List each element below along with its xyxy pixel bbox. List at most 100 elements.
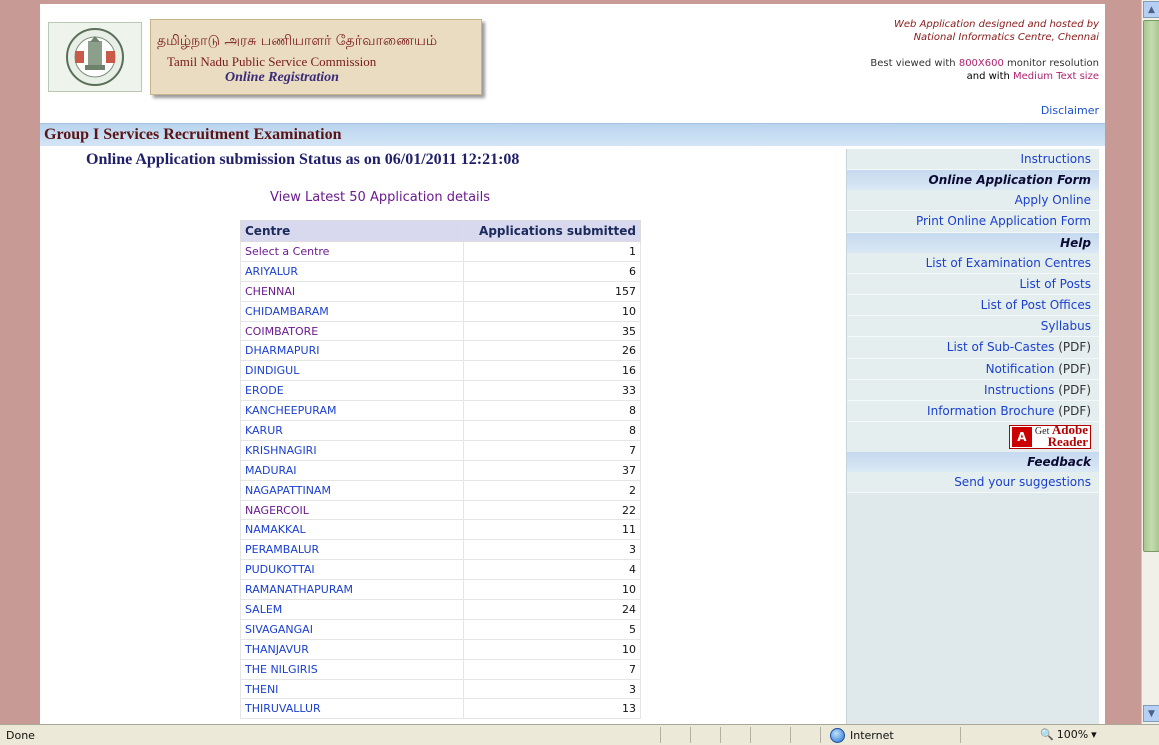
- centre-link[interactable]: CHENNAI: [240, 280, 464, 302]
- sidebar-print-form-link[interactable]: Print Online Application Form: [847, 211, 1099, 233]
- sidebar-notification-item: Notification (PDF): [847, 358, 1099, 380]
- table-row: ARIYALUR 6: [240, 260, 641, 282]
- centre-link[interactable]: ARIYALUR: [240, 260, 464, 282]
- page-content: தமிழ்நாடு அரசு பணியாளர் தேர்வாணையம் Tami…: [40, 4, 1105, 724]
- sidebar-post-offices-link[interactable]: List of Post Offices: [847, 294, 1099, 317]
- table-row: RAMANATHAPURAM 10: [240, 579, 641, 601]
- applications-count: 35: [463, 320, 641, 342]
- scroll-down-arrow-icon[interactable]: ▼: [1143, 705, 1159, 722]
- status-heading: Online Application submission Status as …: [86, 151, 520, 168]
- applications-count: 7: [463, 658, 641, 680]
- centre-link[interactable]: THENI: [240, 678, 464, 700]
- centre-link[interactable]: PERAMBALUR: [240, 539, 464, 561]
- column-header-applications: Applications submitted: [463, 220, 641, 242]
- sidebar-heading-help: Help: [847, 232, 1099, 253]
- sidebar-instructions-pdf-link[interactable]: Instructions: [984, 383, 1054, 397]
- get-adobe-reader-badge[interactable]: A Get Adobe Reader: [1008, 423, 1091, 450]
- applications-count: 26: [463, 340, 641, 362]
- centre-link[interactable]: NAGERCOIL: [240, 499, 464, 521]
- best-viewed-line2: and with Medium Text size: [870, 70, 1099, 83]
- centre-link[interactable]: DHARMAPURI: [240, 340, 464, 362]
- vertical-scrollbar[interactable]: ▲ ▼: [1141, 0, 1159, 724]
- chevron-down-icon: ▾: [1091, 728, 1097, 741]
- centre-link[interactable]: RAMANATHAPURAM: [240, 579, 464, 601]
- sidebar-instructions-link[interactable]: Instructions: [847, 149, 1099, 171]
- centre-link[interactable]: NAGAPATTINAM: [240, 479, 464, 501]
- centre-link[interactable]: KANCHEEPURAM: [240, 400, 464, 422]
- centre-link[interactable]: THIRUVALLUR: [240, 698, 464, 720]
- adobe-logo-icon: A: [1011, 427, 1032, 448]
- table-row: Select a Centre 1: [240, 241, 641, 262]
- sidebar-apply-online-link[interactable]: Apply Online: [847, 190, 1099, 212]
- column-header-centre: Centre: [240, 220, 464, 242]
- status-divider: [660, 727, 661, 743]
- status-divider: [720, 727, 721, 743]
- table-row: ERODE 33: [240, 380, 641, 402]
- table-row: CHIDAMBARAM 10: [240, 300, 641, 322]
- centre-link[interactable]: SIVAGANGAI: [240, 618, 464, 640]
- page-title-bar: Group I Services Recruitment Examination: [40, 123, 1105, 146]
- status-divider: [820, 727, 821, 743]
- applications-count: 8: [463, 400, 641, 422]
- right-sidebar: Instructions Online Application Form App…: [846, 149, 1099, 724]
- sidebar-brochure-link[interactable]: Information Brochure: [927, 404, 1054, 418]
- applications-count: 3: [463, 539, 641, 561]
- centre-link[interactable]: KARUR: [240, 420, 464, 441]
- centre-link[interactable]: COIMBATORE: [240, 320, 464, 342]
- applications-count: 157: [463, 280, 641, 302]
- centre-link[interactable]: SALEM: [240, 599, 464, 620]
- applications-count: 6: [463, 260, 641, 282]
- centre-link[interactable]: ERODE: [240, 380, 464, 402]
- sidebar-posts-link[interactable]: List of Posts: [847, 273, 1099, 295]
- scroll-up-arrow-icon[interactable]: ▲: [1143, 1, 1159, 18]
- centre-link[interactable]: Select a Centre: [240, 241, 464, 262]
- sidebar-syllabus-link[interactable]: Syllabus: [847, 316, 1099, 338]
- applications-count: 5: [463, 618, 641, 640]
- applications-count: 13: [463, 698, 641, 720]
- table-row: SIVAGANGAI 5: [240, 618, 641, 640]
- applications-count: 10: [463, 638, 641, 660]
- status-divider: [790, 727, 791, 743]
- applications-table: Centre Applications submitted Select a C…: [240, 220, 641, 720]
- header-banner: தமிழ்நாடு அரசு பணியாளர் தேர்வாணையம் Tami…: [150, 19, 482, 95]
- sidebar-notification-link[interactable]: Notification: [986, 362, 1055, 376]
- centre-link[interactable]: MADURAI: [240, 459, 464, 481]
- table-row: THE NILGIRIS 7: [240, 658, 641, 680]
- centre-link[interactable]: NAMAKKAL: [240, 519, 464, 541]
- disclaimer-link[interactable]: Disclaimer: [1041, 104, 1099, 117]
- sidebar-subcastes-link[interactable]: List of Sub-Castes: [947, 340, 1055, 354]
- zoom-magnifier-icon: 🔍: [1040, 728, 1054, 741]
- table-row: PUDUKOTTAI 4: [240, 559, 641, 581]
- applications-count: 2: [463, 479, 641, 501]
- centre-link[interactable]: CHIDAMBARAM: [240, 300, 464, 322]
- centre-link[interactable]: PUDUKOTTAI: [240, 559, 464, 581]
- centre-link[interactable]: KRISHNAGIRI: [240, 439, 464, 461]
- applications-count: 24: [463, 599, 641, 620]
- applications-count: 10: [463, 300, 641, 322]
- sidebar-suggestions-link[interactable]: Send your suggestions: [847, 472, 1099, 494]
- resolution-text: 800X600: [958, 58, 1004, 69]
- tamil-title: தமிழ்நாடு அரசு பணியாளர் தேர்வாணையம்: [157, 33, 438, 49]
- zoom-level: 100%: [1056, 728, 1089, 741]
- table-row: THANJAVUR 10: [240, 638, 641, 660]
- centre-link[interactable]: THE NILGIRIS: [240, 658, 464, 680]
- table-row: COIMBATORE 35: [240, 320, 641, 342]
- zoom-control[interactable]: 🔍 100% ▾: [1040, 728, 1097, 741]
- view-latest-link[interactable]: View Latest 50 Application details: [270, 190, 490, 205]
- table-header-row: Centre Applications submitted: [240, 220, 641, 242]
- scrollbar-thumb[interactable]: [1143, 20, 1159, 552]
- table-body: Select a Centre 1 ARIYALUR 6 CHENNAI 157 CHIDA…: [240, 241, 641, 720]
- sidebar-brochure-item: Information Brochure (PDF): [847, 400, 1099, 423]
- applications-count: 10: [463, 579, 641, 601]
- applications-count: 16: [463, 360, 641, 382]
- centre-link[interactable]: DINDIGUL: [240, 360, 464, 382]
- globe-icon: [830, 728, 845, 743]
- online-registration-label: Online Registration: [225, 70, 339, 85]
- centre-link[interactable]: THANJAVUR: [240, 638, 464, 660]
- header-info: Web Application designed and hosted by N…: [870, 18, 1099, 83]
- sidebar-exam-centres-link[interactable]: List of Examination Centres: [847, 252, 1099, 274]
- and-with-text: and with: [966, 71, 1014, 82]
- table-row: KANCHEEPURAM 8: [240, 400, 641, 422]
- table-row: THIRUVALLUR 13: [240, 698, 641, 720]
- sidebar-heading-feedback: Feedback: [847, 452, 1099, 473]
